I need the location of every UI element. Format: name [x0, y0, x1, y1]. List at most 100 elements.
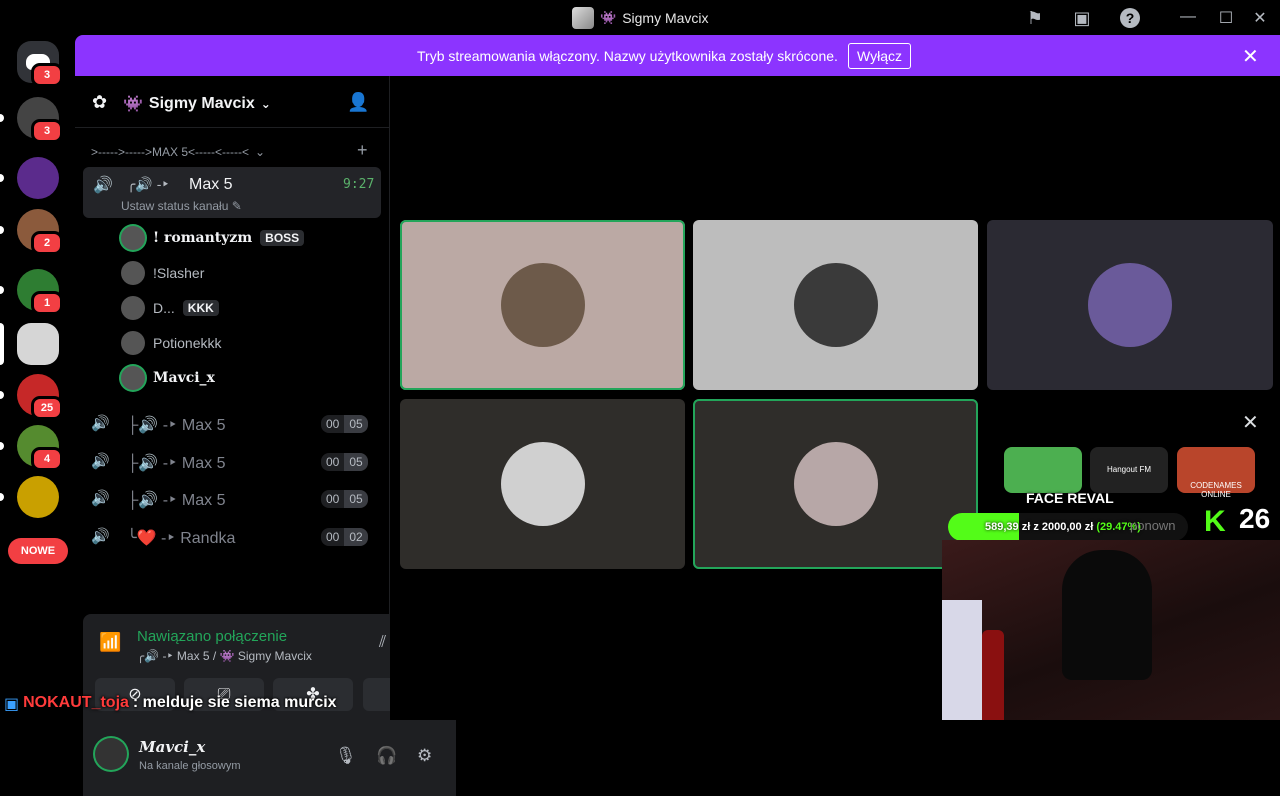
- maximize-button[interactable]: ☐: [1216, 8, 1236, 28]
- avatar: [500, 442, 585, 526]
- goal-current: 589,39 zł: [985, 521, 1031, 533]
- voice-member[interactable]: !Slasher: [121, 259, 204, 287]
- goal-separator: z: [1033, 521, 1039, 533]
- window-title: 👾 Sigmy Mavcix: [572, 7, 709, 29]
- inbox-icon[interactable]: ▣: [1070, 6, 1094, 30]
- category-name: >----->----->MAX 5<-----<-----<: [91, 145, 249, 159]
- unread-pill: [0, 286, 4, 294]
- member-name: Mavci_x: [153, 370, 215, 386]
- channel-timer: 9:27: [343, 177, 375, 192]
- avatar: [121, 331, 145, 355]
- window-title-text: Sigmy Mavcix: [622, 10, 709, 26]
- activity-card[interactable]: Hangout FM: [1090, 447, 1168, 493]
- server-icon-server-6[interactable]: [0, 323, 59, 365]
- server-badge: 3: [31, 119, 63, 143]
- server-icon-server-9[interactable]: [0, 476, 59, 518]
- server-name-text: Sigmy Mavcix: [148, 95, 255, 112]
- participant-tile[interactable]: [400, 220, 685, 390]
- avatar: [121, 366, 145, 390]
- avatar: [121, 261, 145, 285]
- noise-suppression-icon[interactable]: ⫽: [379, 634, 386, 652]
- voice-channel[interactable]: 🔊 ├🔊 -‣ Max 5 00 05: [91, 450, 381, 474]
- avatar: [500, 263, 585, 347]
- banner-text: Tryb streamowania włączony. Nazwy użytko…: [417, 48, 838, 64]
- voice-member[interactable]: ! romantyzm BOSS: [121, 224, 305, 252]
- avatar: [121, 226, 145, 250]
- user-name[interactable]: Mavci_x: [139, 738, 205, 756]
- help-icon[interactable]: ?: [1120, 8, 1140, 28]
- close-activity-icon[interactable]: ✕: [1242, 410, 1259, 435]
- server-icon-server-7[interactable]: 25: [0, 374, 63, 420]
- channel-prefix: ╭🔊 -‣: [127, 176, 170, 192]
- channel-name: ╰❤️ -‣ Randka: [127, 530, 236, 547]
- server-icon-server-8[interactable]: 4: [0, 425, 63, 471]
- avatar[interactable]: [95, 738, 127, 770]
- microphone-icon[interactable]: 🎙: [335, 746, 357, 766]
- set-channel-status[interactable]: Ustaw status kanału ✎: [121, 199, 242, 213]
- settings-gear-icon[interactable]: ⚙: [417, 746, 432, 766]
- server-icon-zakon[interactable]: [0, 157, 59, 199]
- user-status: Na kanale głosowym: [139, 760, 241, 772]
- server-settings-icon[interactable]: ✿: [92, 92, 107, 113]
- server-badge: 4: [31, 447, 63, 471]
- webcam-feed: [942, 540, 1280, 720]
- unread-pill: [0, 493, 4, 501]
- voice-channel-icon: 🔊: [91, 528, 110, 545]
- channel-category[interactable]: >----->----->MAX 5<-----<-----< ⌄: [91, 145, 265, 159]
- server-avatar-icon: [572, 7, 594, 29]
- chevron-down-icon: ⌄: [254, 145, 266, 159]
- activity-label: CODENAMES ONLINE: [1190, 481, 1242, 499]
- avatar: [121, 296, 145, 320]
- obscured-text: ponown: [1130, 518, 1176, 533]
- goal-target: 2000,00 zł: [1041, 521, 1094, 533]
- server-icon-pepe[interactable]: 1: [0, 269, 63, 315]
- voice-channel-icon: 🔊: [91, 490, 110, 507]
- server-badge: 25: [31, 396, 63, 420]
- participant-tile[interactable]: [987, 220, 1273, 390]
- title-emoji: 👾: [600, 10, 617, 25]
- chevron-down-icon: ⌄: [260, 97, 271, 111]
- voice-channel[interactable]: 🔊 ├🔊 -‣ Max 5 00 05: [91, 487, 381, 511]
- streamer-mode-banner: Tryb streamowania włączony. Nazwy użytko…: [75, 35, 1280, 76]
- voice-channel[interactable]: 🔊 ╰❤️ -‣ Randka 00 02: [91, 525, 381, 549]
- participant-tile[interactable]: [400, 399, 685, 569]
- flag-icon[interactable]: ⚑: [1023, 6, 1047, 30]
- home-badge: 3: [31, 63, 63, 87]
- participant-tile[interactable]: [693, 399, 978, 569]
- new-unreads-pill[interactable]: NOWE: [8, 538, 68, 564]
- voice-status-subtitle[interactable]: ╭🔊 -‣ Max 5 / 👾 Sigmy Mavcix: [137, 649, 312, 663]
- voice-member[interactable]: Potionekkk: [121, 329, 221, 357]
- active-voice-channel[interactable]: 🔊 ╭🔊 -‣ Max 5 9:27 Ustaw status kanału ✎: [83, 167, 381, 218]
- channel-name: ├🔊 -‣ Max 5: [127, 455, 226, 472]
- member-name: Potionekkk: [153, 335, 222, 351]
- activity-label: Hangout FM: [1106, 465, 1152, 474]
- participant-tile[interactable]: [693, 220, 978, 390]
- voice-status-title[interactable]: Nawiązano połączenie: [137, 628, 287, 645]
- avatar: [793, 263, 878, 347]
- goal-text: 589,39 zł z 2000,00 zł (29.47%): [985, 521, 1141, 533]
- channel-name: Max 5: [189, 176, 233, 193]
- close-window-button[interactable]: ✕: [1250, 8, 1270, 28]
- create-channel-icon[interactable]: +: [357, 140, 368, 161]
- voice-member[interactable]: Mavci_x: [121, 364, 215, 392]
- close-banner-icon[interactable]: ✕: [1242, 44, 1259, 69]
- home-button[interactable]: 3: [17, 41, 63, 87]
- server-icon-server-4[interactable]: 2: [0, 209, 63, 255]
- unread-pill: [0, 442, 4, 450]
- server-header[interactable]: ✿ 👾 Sigmy Mavcix ⌄ 👤: [75, 76, 390, 128]
- server-icon-server-2[interactable]: 3: [0, 97, 63, 143]
- user-limit-badge: 00 05: [321, 490, 368, 508]
- member-name: D...: [153, 300, 175, 316]
- invite-people-icon[interactable]: 👤: [347, 92, 369, 113]
- signal-icon[interactable]: 📶: [99, 632, 121, 653]
- voice-member[interactable]: D... KKK: [121, 294, 219, 322]
- activity-card[interactable]: CODENAMES ONLINE: [1177, 447, 1255, 499]
- activity-card[interactable]: [1004, 447, 1082, 493]
- headphones-icon[interactable]: 🎧: [376, 746, 397, 766]
- server-name[interactable]: 👾 Sigmy Mavcix ⌄: [123, 94, 271, 114]
- disable-streamer-mode-button[interactable]: Wyłącz: [848, 43, 911, 69]
- minimize-button[interactable]: —: [1178, 8, 1198, 26]
- voice-channel[interactable]: 🔊 ├🔊 -‣ Max 5 00 05: [91, 412, 381, 436]
- bottle-image: [982, 630, 1004, 720]
- channel-sidebar: ✿ 👾 Sigmy Mavcix ⌄ 👤 >----->----->MAX 5<…: [75, 76, 456, 796]
